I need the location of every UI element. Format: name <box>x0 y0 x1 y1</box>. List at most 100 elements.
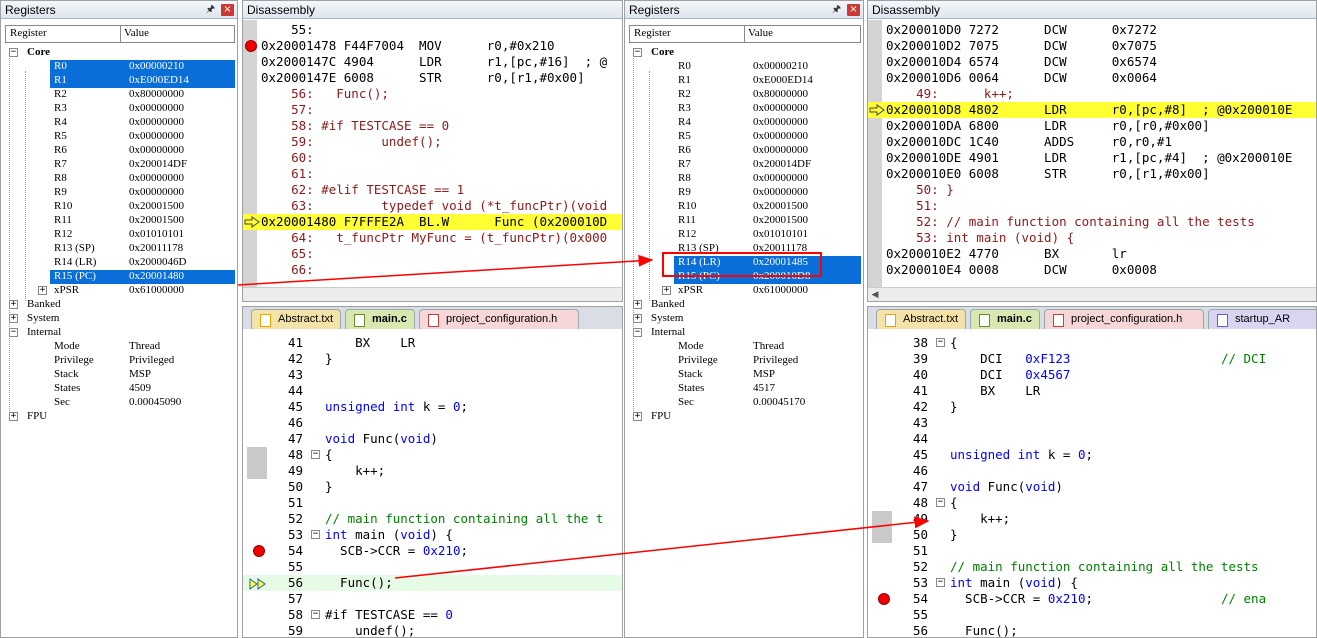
register-row[interactable]: R14 (LR) 0x20001485 <box>629 256 861 270</box>
source-line[interactable]: 66: <box>243 262 622 278</box>
current-instruction[interactable]: 0x20001480 F7FFFE2A BL.W Func (0x200010D <box>243 214 622 230</box>
code-line[interactable]: 42} <box>868 399 1316 415</box>
source-line[interactable]: 63: typedef void (*t_funcPtr)(void <box>243 198 622 214</box>
group-internal[interactable]: − Internal <box>629 326 861 340</box>
register-row[interactable]: R1 0xE000ED14 <box>629 74 861 88</box>
close-icon[interactable]: × <box>847 4 860 16</box>
register-row[interactable]: R5 0x00000000 <box>5 130 235 144</box>
code-line[interactable]: 44 <box>243 383 622 399</box>
code-line[interactable]: 49 k++; <box>868 511 1316 527</box>
register-row[interactable]: R13 (SP) 0x20011178 <box>5 242 235 256</box>
register-row[interactable]: R11 0x20001500 <box>5 214 235 228</box>
code-line[interactable]: 46 <box>243 415 622 431</box>
code-line[interactable]: 59 undef(); <box>243 623 622 637</box>
asm-line[interactable]: 0x200010D2 7075 DCW 0x7075 <box>868 38 1316 54</box>
register-row[interactable]: R15 (PC) 0x20001480 <box>5 270 235 284</box>
code-line[interactable]: 41 BX LR <box>868 383 1316 399</box>
horizontal-scrollbar[interactable]: ◀ <box>868 287 1316 301</box>
register-row[interactable]: R6 0x00000000 <box>5 144 235 158</box>
code-line[interactable]: 39 DCI 0xF123 // DCI <box>868 351 1316 367</box>
source-line[interactable]: 60: <box>243 150 622 166</box>
column-header-value[interactable]: Value <box>748 27 773 39</box>
source-line[interactable]: 51: <box>868 198 1316 214</box>
collapse-icon[interactable]: − <box>633 48 642 57</box>
group-fpu[interactable]: + FPU <box>629 410 861 424</box>
register-row[interactable]: R10 0x20001500 <box>629 200 861 214</box>
horizontal-scrollbar[interactable] <box>243 287 622 301</box>
expand-icon[interactable]: + <box>633 412 642 421</box>
register-row[interactable]: R8 0x00000000 <box>629 172 861 186</box>
close-icon[interactable]: × <box>221 4 234 16</box>
register-row[interactable]: R10 0x20001500 <box>5 200 235 214</box>
group-internal[interactable]: − Internal <box>5 326 235 340</box>
expand-icon[interactable]: + <box>9 314 18 323</box>
code-editor[interactable]: 41 BX LR 42} 43 44 45 unsigned int k = 0; 46 47… <box>243 331 622 637</box>
group-core[interactable]: − Core <box>629 46 861 60</box>
register-row[interactable]: R13 (SP) 0x20011178 <box>629 242 861 256</box>
code-line[interactable]: 56 Func(); <box>243 575 622 591</box>
code-line[interactable]: 45 unsigned int k = 0; <box>868 447 1316 463</box>
register-row[interactable]: R12 0x01010101 <box>629 228 861 242</box>
register-row[interactable]: R12 0x01010101 <box>5 228 235 242</box>
asm-line[interactable]: 0x20001478 F44F7004 MOV r0,#0x210 <box>243 38 622 54</box>
register-row[interactable]: R9 0x00000000 <box>629 186 861 200</box>
code-line[interactable]: 43 <box>868 415 1316 431</box>
source-line[interactable]: 49: k++; <box>868 86 1316 102</box>
code-line[interactable]: 52 // main function containing all the t <box>243 511 622 527</box>
register-row[interactable]: R4 0x00000000 <box>5 116 235 130</box>
code-line[interactable]: 53 int main (void) { <box>243 527 622 543</box>
asm-line[interactable]: 55: <box>243 22 622 38</box>
register-row[interactable]: R14 (LR) 0x2000046D <box>5 256 235 270</box>
group-banked[interactable]: + Banked <box>5 298 235 312</box>
register-row[interactable]: R8 0x00000000 <box>5 172 235 186</box>
register-row[interactable]: R4 0x00000000 <box>629 116 861 130</box>
fold-toggle-icon[interactable]: − <box>936 338 945 347</box>
code-line[interactable]: 52 // main function containing all the te… <box>868 559 1316 575</box>
register-row[interactable]: R11 0x20001500 <box>629 214 861 228</box>
tab-main-c[interactable]: main.c <box>970 309 1040 329</box>
code-line[interactable]: 54 SCB->CCR = 0x210; // ena <box>868 591 1316 607</box>
tab-startup-ar[interactable]: startup_AR <box>1208 309 1316 329</box>
code-line[interactable]: 46 <box>868 463 1316 479</box>
fold-toggle-icon[interactable]: − <box>311 530 320 539</box>
asm-line[interactable]: 0x200010D4 6574 DCW 0x6574 <box>868 54 1316 70</box>
asm-line[interactable]: 0x2000147C 4904 LDR r1,[pc,#16] ; @ <box>243 54 622 70</box>
code-line[interactable]: 44 <box>868 431 1316 447</box>
code-line[interactable]: 56 Func(); <box>868 623 1316 637</box>
disassembly-view[interactable]: 55: 0x20001478 F44F7004 MOV r0,#0x210 0x20… <box>243 20 622 301</box>
tab-abstract-txt[interactable]: Abstract.txt <box>876 309 966 329</box>
code-line[interactable]: 51 <box>243 495 622 511</box>
source-line[interactable]: 64: t_funcPtr MyFunc = (t_funcPtr)(0x000 <box>243 230 622 246</box>
code-line[interactable]: 51 <box>868 543 1316 559</box>
source-line[interactable]: 65: <box>243 246 622 262</box>
tab-project-configuration-h[interactable]: project_configuration.h <box>1044 309 1204 329</box>
collapse-icon[interactable]: − <box>9 48 18 57</box>
disassembly-view[interactable]: 0x200010D0 7272 DCW 0x7272 0x200010D2 707… <box>868 20 1316 301</box>
asm-line[interactable]: 0x200010E2 4770 BX lr <box>868 246 1316 262</box>
column-divider[interactable] <box>120 26 121 42</box>
source-line[interactable]: 58: #if TESTCASE == 0 <box>243 118 622 134</box>
code-line[interactable]: 48 { <box>243 447 622 463</box>
code-line[interactable]: 47 void Func(void) <box>868 479 1316 495</box>
group-core[interactable]: − Core <box>5 46 235 60</box>
fold-toggle-icon[interactable]: − <box>936 578 945 587</box>
asm-line[interactable]: 0x200010DE 4901 LDR r1,[pc,#4] ; @0x2000… <box>868 150 1316 166</box>
expand-icon[interactable]: + <box>38 286 47 295</box>
scroll-left-icon[interactable]: ◀ <box>868 288 882 301</box>
asm-line[interactable]: 0x200010D0 7272 DCW 0x7272 <box>868 22 1316 38</box>
asm-line[interactable]: 0x200010DA 6800 LDR r0,[r0,#0x00] <box>868 118 1316 134</box>
column-header-register[interactable]: Register <box>634 27 671 39</box>
pin-icon[interactable]: 🖈 <box>830 4 843 16</box>
breakpoint-icon[interactable] <box>245 40 257 52</box>
register-row[interactable]: R3 0x00000000 <box>5 102 235 116</box>
group-system[interactable]: + System <box>5 312 235 326</box>
register-row[interactable]: + xPSR 0x61000000 <box>629 284 861 298</box>
code-line[interactable]: 55 <box>868 607 1316 623</box>
fold-toggle-icon[interactable]: − <box>311 610 320 619</box>
code-line[interactable]: 41 BX LR <box>243 335 622 351</box>
code-line[interactable]: 50} <box>243 479 622 495</box>
code-line[interactable]: 40 DCI 0x4567 <box>868 367 1316 383</box>
column-header-register[interactable]: Register <box>10 27 47 39</box>
code-line[interactable]: 58 #if TESTCASE == 0 <box>243 607 622 623</box>
group-fpu[interactable]: + FPU <box>5 410 235 424</box>
